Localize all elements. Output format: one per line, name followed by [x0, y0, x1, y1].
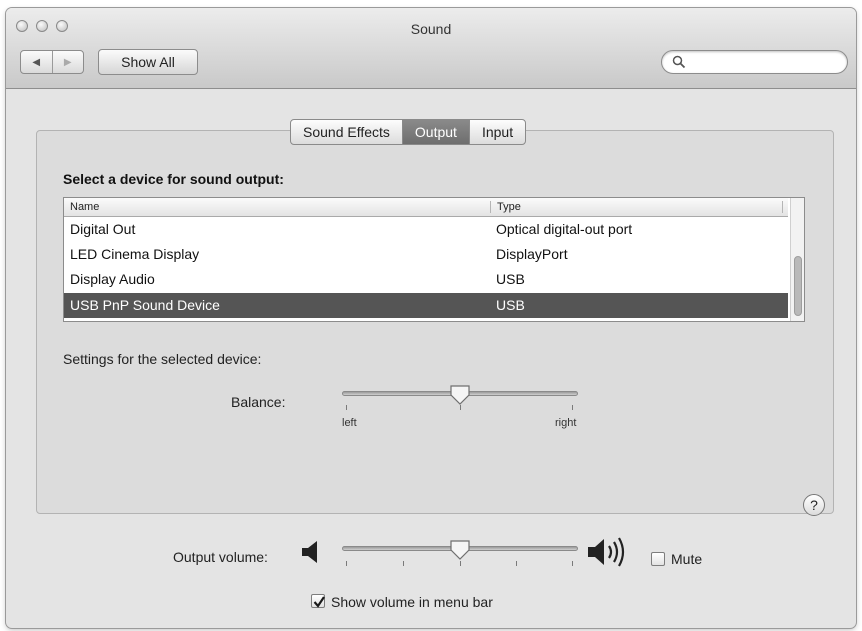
table-row[interactable]: Digital Out Optical digital-out port	[64, 217, 788, 242]
balance-tick-left	[346, 405, 347, 410]
settings-label: Settings for the selected device:	[63, 351, 262, 367]
device-name: Digital Out	[70, 221, 136, 237]
mute-label: Mute	[671, 551, 703, 567]
output-volume-label: Output volume:	[173, 549, 268, 565]
balance-label: Balance:	[231, 394, 286, 410]
tab-bar: Sound Effects Output Input	[290, 119, 527, 145]
back-forward-control: ◀ ▶	[20, 50, 84, 74]
output-volume-slider-knob[interactable]	[449, 539, 471, 561]
balance-slider-knob[interactable]	[449, 384, 471, 406]
column-header-type[interactable]: Type	[490, 201, 521, 213]
back-button[interactable]: ◀	[21, 51, 52, 73]
volume-tick	[460, 561, 461, 566]
mute-checkbox[interactable]	[651, 552, 665, 566]
volume-tick	[403, 561, 404, 566]
show-volume-in-menu-bar-checkbox[interactable]	[311, 594, 325, 608]
show-all-button[interactable]: Show All	[98, 49, 198, 75]
show-volume-in-menu-bar-label: Show volume in menu bar	[331, 594, 493, 610]
tab-input[interactable]: Input	[468, 120, 525, 144]
speaker-high-icon	[588, 537, 625, 567]
forward-button[interactable]: ▶	[51, 51, 84, 73]
list-header: Name Type	[64, 198, 788, 217]
column-header-divider	[782, 201, 783, 213]
device-name: Display Audio	[70, 271, 155, 287]
device-type: Optical digital-out port	[496, 221, 633, 237]
tab-content-panel	[36, 130, 834, 514]
help-button[interactable]: ?	[803, 494, 825, 516]
device-list-heading: Select a device for sound output:	[63, 171, 284, 187]
tab-output[interactable]: Output	[401, 120, 469, 144]
device-name: LED Cinema Display	[70, 246, 200, 262]
table-row[interactable]: LED Cinema Display DisplayPort	[64, 242, 788, 267]
volume-tick	[346, 561, 347, 566]
column-header-name[interactable]: Name	[70, 201, 99, 213]
device-list-scrollbar[interactable]	[790, 198, 804, 321]
search-field[interactable]	[661, 50, 848, 74]
tab-sound-effects[interactable]: Sound Effects	[291, 120, 402, 144]
balance-tick-right	[572, 405, 573, 410]
table-row-selected[interactable]: USB PnP Sound Device USB	[64, 293, 788, 318]
device-type: DisplayPort	[496, 246, 568, 262]
volume-tick	[572, 561, 573, 566]
forward-arrow-icon: ▶	[63, 56, 72, 68]
volume-tick	[516, 561, 517, 566]
speaker-low-icon	[302, 541, 317, 563]
output-device-list: Name Type Digital Out Optical digital-ou…	[63, 197, 805, 322]
device-type: USB	[496, 271, 525, 287]
checkmark-icon	[313, 596, 325, 608]
device-type: USB	[496, 297, 525, 313]
sound-preferences-window: Sound ◀ ▶ Show All Sound Effects Output …	[6, 8, 856, 628]
balance-left-label: left	[342, 417, 357, 429]
back-arrow-icon: ◀	[32, 56, 41, 68]
window-title: Sound	[410, 21, 452, 37]
magnifier-icon	[672, 55, 686, 69]
table-row[interactable]: Display Audio USB	[64, 267, 788, 292]
search-input[interactable]	[690, 53, 844, 73]
title-bar: Sound ◀ ▶ Show All	[6, 8, 856, 89]
device-name: USB PnP Sound Device	[70, 297, 220, 313]
scrollbar-thumb[interactable]	[794, 256, 802, 316]
balance-right-label: right	[555, 417, 577, 429]
